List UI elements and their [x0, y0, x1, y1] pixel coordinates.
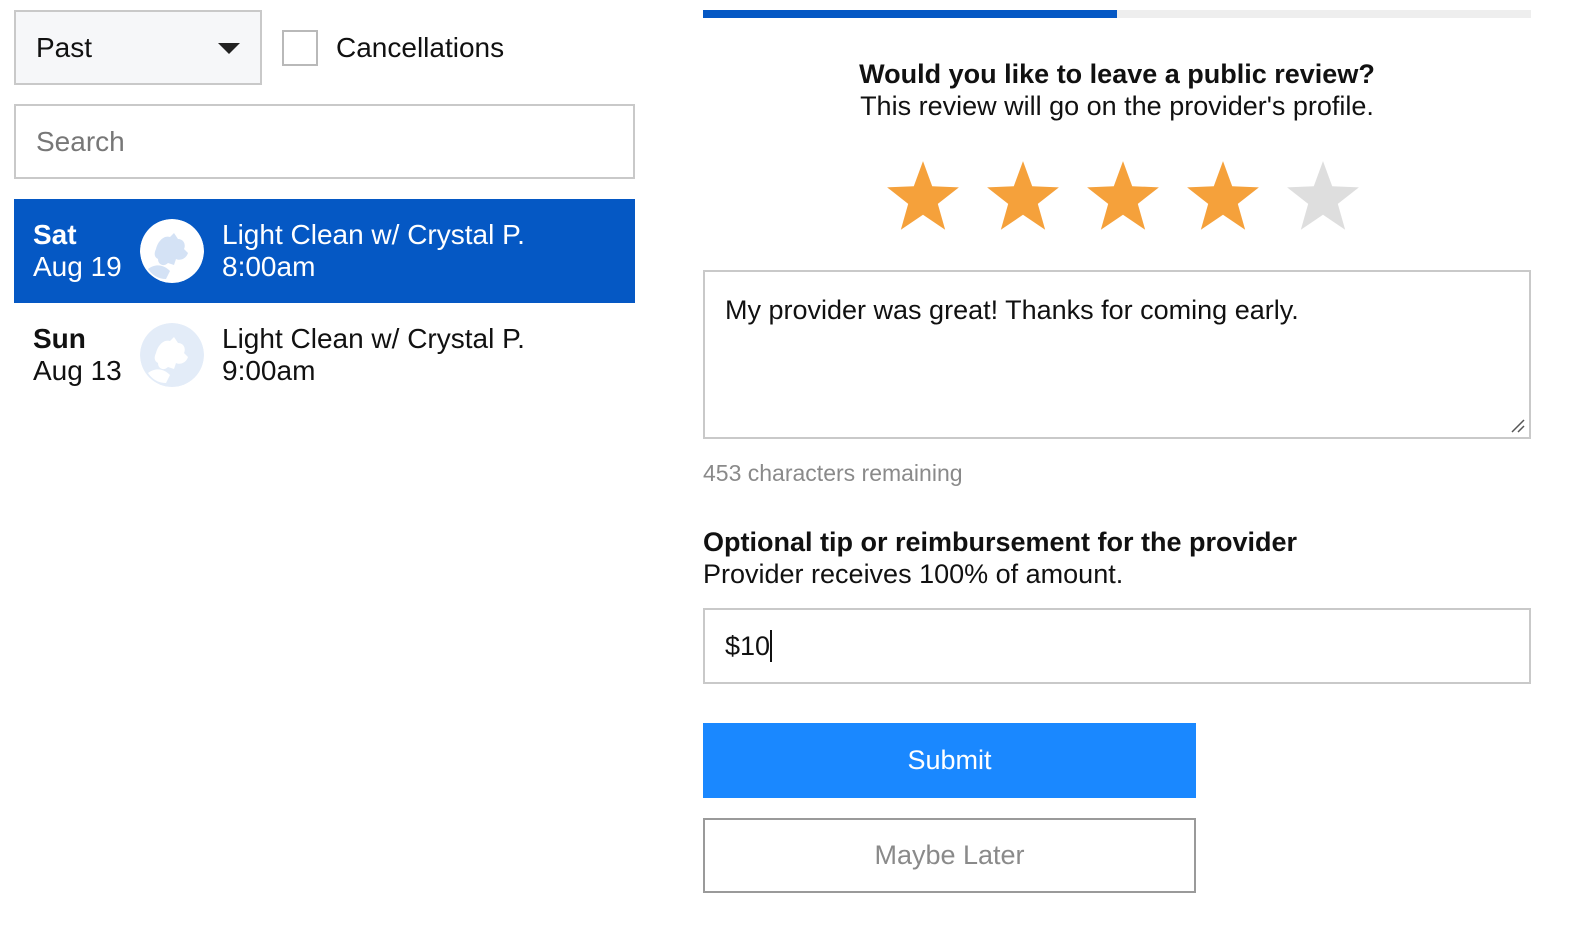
star-icon[interactable]	[1073, 158, 1173, 238]
review-subtitle: This review will go on the provider's pr…	[860, 91, 1374, 121]
cancellations-checkbox[interactable]	[282, 30, 318, 66]
star-icon[interactable]	[1173, 158, 1273, 238]
period-select[interactable]: Past	[14, 10, 262, 85]
appointment-time: 9:00am	[222, 355, 316, 386]
tip-heading: Optional tip or reimbursement for the pr…	[703, 527, 1298, 557]
review-progress-bar	[703, 10, 1531, 18]
appointment-time: 8:00am	[222, 251, 316, 282]
progress-fill	[703, 10, 1117, 18]
tip-subtitle: Provider receives 100% of amount.	[703, 559, 1124, 589]
period-select-value: Past	[36, 31, 93, 63]
maybe-later-button[interactable]: Maybe Later	[703, 818, 1196, 893]
provider-avatar	[140, 219, 204, 283]
appointment-day: Sat	[33, 219, 77, 250]
star-icon[interactable]	[973, 158, 1073, 238]
appointment-date: Aug 13	[33, 355, 122, 386]
appointment-item[interactable]: Sat Aug 19 Light Clean w/ Crystal P. 8:0…	[14, 199, 635, 303]
search-input[interactable]	[14, 104, 635, 179]
appointment-title: Light Clean w/ Crystal P.	[222, 323, 525, 354]
star-icon[interactable]	[873, 158, 973, 238]
appointment-day: Sun	[33, 323, 86, 354]
caret-down-icon	[218, 43, 240, 54]
resize-grip-icon[interactable]	[1510, 418, 1526, 434]
star-rating[interactable]	[873, 158, 1373, 238]
star-icon[interactable]	[1273, 158, 1373, 238]
cancellations-label: Cancellations	[336, 32, 505, 63]
review-question: Would you like to leave a public review?	[859, 59, 1375, 89]
appointment-item[interactable]: Sun Aug 13 Light Clean w/ Crystal P. 9:0…	[14, 303, 635, 407]
text-cursor	[770, 630, 772, 662]
appointment-date: Aug 19	[33, 251, 122, 282]
submit-button[interactable]: Submit	[703, 723, 1196, 798]
appointment-title: Light Clean w/ Crystal P.	[222, 219, 525, 250]
tip-amount-input[interactable]	[703, 608, 1531, 684]
provider-avatar	[140, 323, 204, 387]
characters-remaining: 453 characters remaining	[703, 460, 963, 486]
review-textarea[interactable]	[703, 270, 1531, 439]
